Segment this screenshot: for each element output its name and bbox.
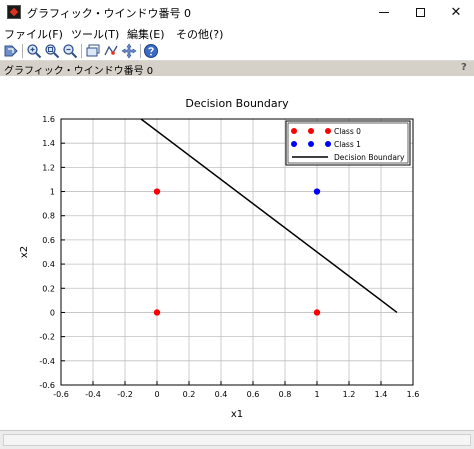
legend-marker-swatch xyxy=(308,128,314,134)
x-tick-label: 1.2 xyxy=(343,390,356,399)
x-tick-label: 1.4 xyxy=(375,390,388,399)
x-tick-label: 0.4 xyxy=(215,390,228,399)
panel-title: グラフィック・ウインドウ番号 0 xyxy=(4,66,154,77)
legend-marker-swatch xyxy=(308,141,314,147)
y-tick-label: -0.4 xyxy=(39,357,55,366)
x-tick-label: -0.4 xyxy=(85,390,101,399)
x-tick-label: 0.2 xyxy=(183,390,196,399)
toolbar-separator xyxy=(81,44,82,58)
x-axis-label: x1 xyxy=(231,409,243,420)
y-tick-label: 1 xyxy=(50,188,55,197)
minimize-icon xyxy=(379,11,389,13)
legend-label: Class 0 xyxy=(334,127,361,136)
y-tick-label: -0.2 xyxy=(39,333,55,342)
legend-marker-swatch xyxy=(291,141,297,147)
y-tick-label: 0 xyxy=(50,308,55,317)
panel-title-bar: グラフィック・ウインドウ番号 0 ? xyxy=(0,61,474,77)
toolbar xyxy=(0,41,474,61)
panel-help-button[interactable]: ? xyxy=(461,62,467,73)
y-tick-label: 0.2 xyxy=(42,284,55,293)
menu-bar: ファイル(F) ツール(T) 編集(E) その他(?) xyxy=(0,24,474,41)
x-axis-ticks: -0.6 -0.4 -0.2 0 0.2 0.4 0.6 0.8 1 1.2 1.4 1.6 xyxy=(53,381,419,399)
class0-point xyxy=(153,188,161,195)
rotate-icon[interactable] xyxy=(3,43,19,59)
legend-label: Class 1 xyxy=(334,140,361,149)
x-tick-label: 1 xyxy=(314,390,319,399)
window-title-bar: グラフィック・ウインドウ番号 0 ✕ xyxy=(0,0,474,24)
app-icon xyxy=(7,5,21,19)
maximize-icon xyxy=(415,7,425,17)
y-tick-label: -0.6 xyxy=(39,381,55,390)
figure-window-icon[interactable] xyxy=(85,43,101,59)
legend-marker-swatch xyxy=(325,128,331,134)
menu-edit[interactable]: 編集(E) xyxy=(127,26,165,42)
y-tick-label: 1.2 xyxy=(42,163,55,172)
menu-tools[interactable]: ツール(T) xyxy=(71,26,119,42)
minimize-button[interactable] xyxy=(366,0,402,24)
chart-legend: Class 0 Class 1 Decision Boundary xyxy=(285,120,411,166)
legend-label: Decision Boundary xyxy=(334,153,405,162)
status-bar xyxy=(0,430,474,449)
close-icon: ✕ xyxy=(450,4,462,20)
y-tick-label: 0.8 xyxy=(42,212,55,221)
y-tick-label: 0.6 xyxy=(42,236,55,245)
class1-point xyxy=(313,188,321,195)
y-axis-label: x2 xyxy=(19,246,30,258)
x-tick-label: -0.2 xyxy=(117,390,133,399)
toolbar-separator xyxy=(22,44,23,58)
chart-title: Decision Boundary xyxy=(185,97,289,110)
x-tick-label: 1.6 xyxy=(407,390,420,399)
y-tick-label: 1.6 xyxy=(42,115,55,124)
x-tick-label: 0.8 xyxy=(279,390,292,399)
legend-marker-swatch xyxy=(291,128,297,134)
y-tick-label: 0.4 xyxy=(42,260,55,269)
graphics-canvas[interactable]: -0.6 -0.4 -0.2 0 0.2 0.4 0.6 0.8 1 1.2 1.4 1.6 1.6 1… xyxy=(0,76,474,430)
window-title: グラフィック・ウインドウ番号 0 xyxy=(27,7,192,20)
status-field xyxy=(3,434,471,446)
help-icon[interactable] xyxy=(143,43,159,59)
zoom-in-icon[interactable] xyxy=(26,43,42,59)
class0-point xyxy=(153,309,161,316)
y-tick-label: 1.4 xyxy=(42,139,55,148)
close-button[interactable]: ✕ xyxy=(438,0,474,24)
menu-file[interactable]: ファイル(F) xyxy=(4,26,63,42)
x-tick-label: -0.6 xyxy=(53,390,69,399)
zoom-out-icon[interactable] xyxy=(62,43,78,59)
x-tick-label: 0 xyxy=(154,390,159,399)
menu-other[interactable]: その他(?) xyxy=(176,26,223,42)
pan-icon[interactable] xyxy=(121,43,137,59)
toolbar-separator xyxy=(140,44,141,58)
class0-point xyxy=(313,309,321,316)
legend-marker-swatch xyxy=(325,141,331,147)
x-tick-label: 0.6 xyxy=(247,390,260,399)
chart-svg: -0.6 -0.4 -0.2 0 0.2 0.4 0.6 0.8 1 1.2 1.4 1.6 1.6 1… xyxy=(19,97,419,420)
zoom-fit-icon[interactable] xyxy=(44,43,60,59)
datatip-icon[interactable] xyxy=(103,43,119,59)
maximize-button[interactable] xyxy=(402,0,438,24)
